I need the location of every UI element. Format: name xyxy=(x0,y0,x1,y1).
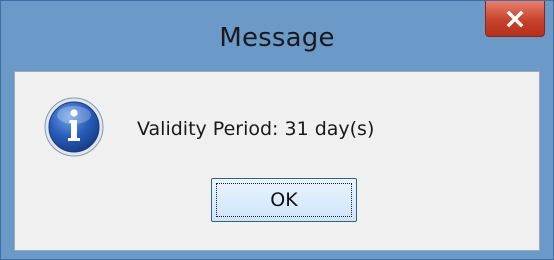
dialog-title: Message xyxy=(219,23,335,53)
dialog-body: Validity Period: 31 day(s) OK xyxy=(14,71,540,251)
message-dialog: Message Validity Period: 31 day(s) OK xyxy=(0,0,554,260)
title-bar[interactable]: Message xyxy=(1,1,553,71)
close-button[interactable] xyxy=(485,1,545,37)
ok-button-label: OK xyxy=(216,183,352,217)
close-icon xyxy=(506,10,524,27)
ok-button[interactable]: OK xyxy=(211,178,357,222)
message-text: Validity Period: 31 day(s) xyxy=(137,118,375,140)
info-icon xyxy=(44,97,104,157)
